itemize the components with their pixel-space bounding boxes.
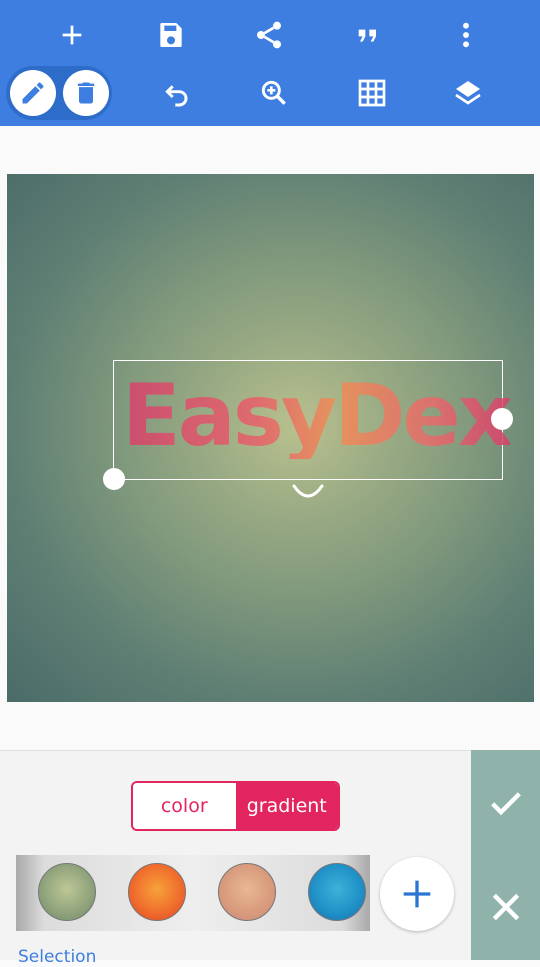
gradient-swatch-orange[interactable] [128,863,186,921]
canvas-text[interactable]: EasyDex [122,373,513,459]
plus-icon [403,880,431,908]
gradient-swatch-peach[interactable] [218,863,276,921]
cancel-button[interactable] [481,882,531,932]
editor-canvas[interactable]: EasyDex [7,174,534,702]
resize-handle-right[interactable] [491,408,513,430]
trash-icon [77,82,95,104]
plus-icon [62,25,82,45]
add-button[interactable] [47,10,97,60]
color-mode-tab[interactable]: color [133,783,236,829]
quote-icon [358,29,376,42]
fill-options-panel: color gradient Selection [0,750,471,967]
toolbar-row-secondary [0,64,540,122]
layers-icon [455,81,481,105]
gradient-swatch-strip[interactable] [16,855,370,931]
layers-button[interactable] [443,68,493,118]
more-vertical-icon [463,22,469,48]
edit-button[interactable] [10,70,56,116]
confirm-button[interactable] [481,778,531,828]
undo-icon [165,85,188,107]
zoom-button[interactable] [249,68,299,118]
share-icon [257,21,281,49]
toolbar-row-primary [0,6,540,64]
zoom-in-icon [261,80,286,105]
rotate-handle-icon[interactable] [291,482,325,504]
share-button[interactable] [244,10,294,60]
gradient-mode-tab[interactable]: gradient [235,783,338,829]
add-gradient-button[interactable] [380,857,454,931]
close-icon [492,893,520,921]
undo-button[interactable] [153,68,203,118]
confirm-panel [471,750,540,960]
edit-mode-group [6,66,112,120]
selection-label: Selection [18,947,97,967]
resize-handle-left[interactable] [103,468,125,490]
grid-icon [358,79,386,107]
save-button[interactable] [146,10,196,60]
pencil-icon [22,82,44,104]
check-icon [491,792,521,816]
top-toolbar [0,0,540,126]
save-icon [160,23,182,47]
fill-mode-toggle: color gradient [131,781,340,831]
delete-button[interactable] [63,70,109,116]
grid-button[interactable] [347,68,397,118]
gradient-swatch-blue[interactable] [308,863,366,921]
gradient-swatch-green[interactable] [38,863,96,921]
text-selection-box[interactable]: EasyDex [113,360,513,480]
more-options-button[interactable] [441,10,491,60]
quote-button[interactable] [343,10,393,60]
